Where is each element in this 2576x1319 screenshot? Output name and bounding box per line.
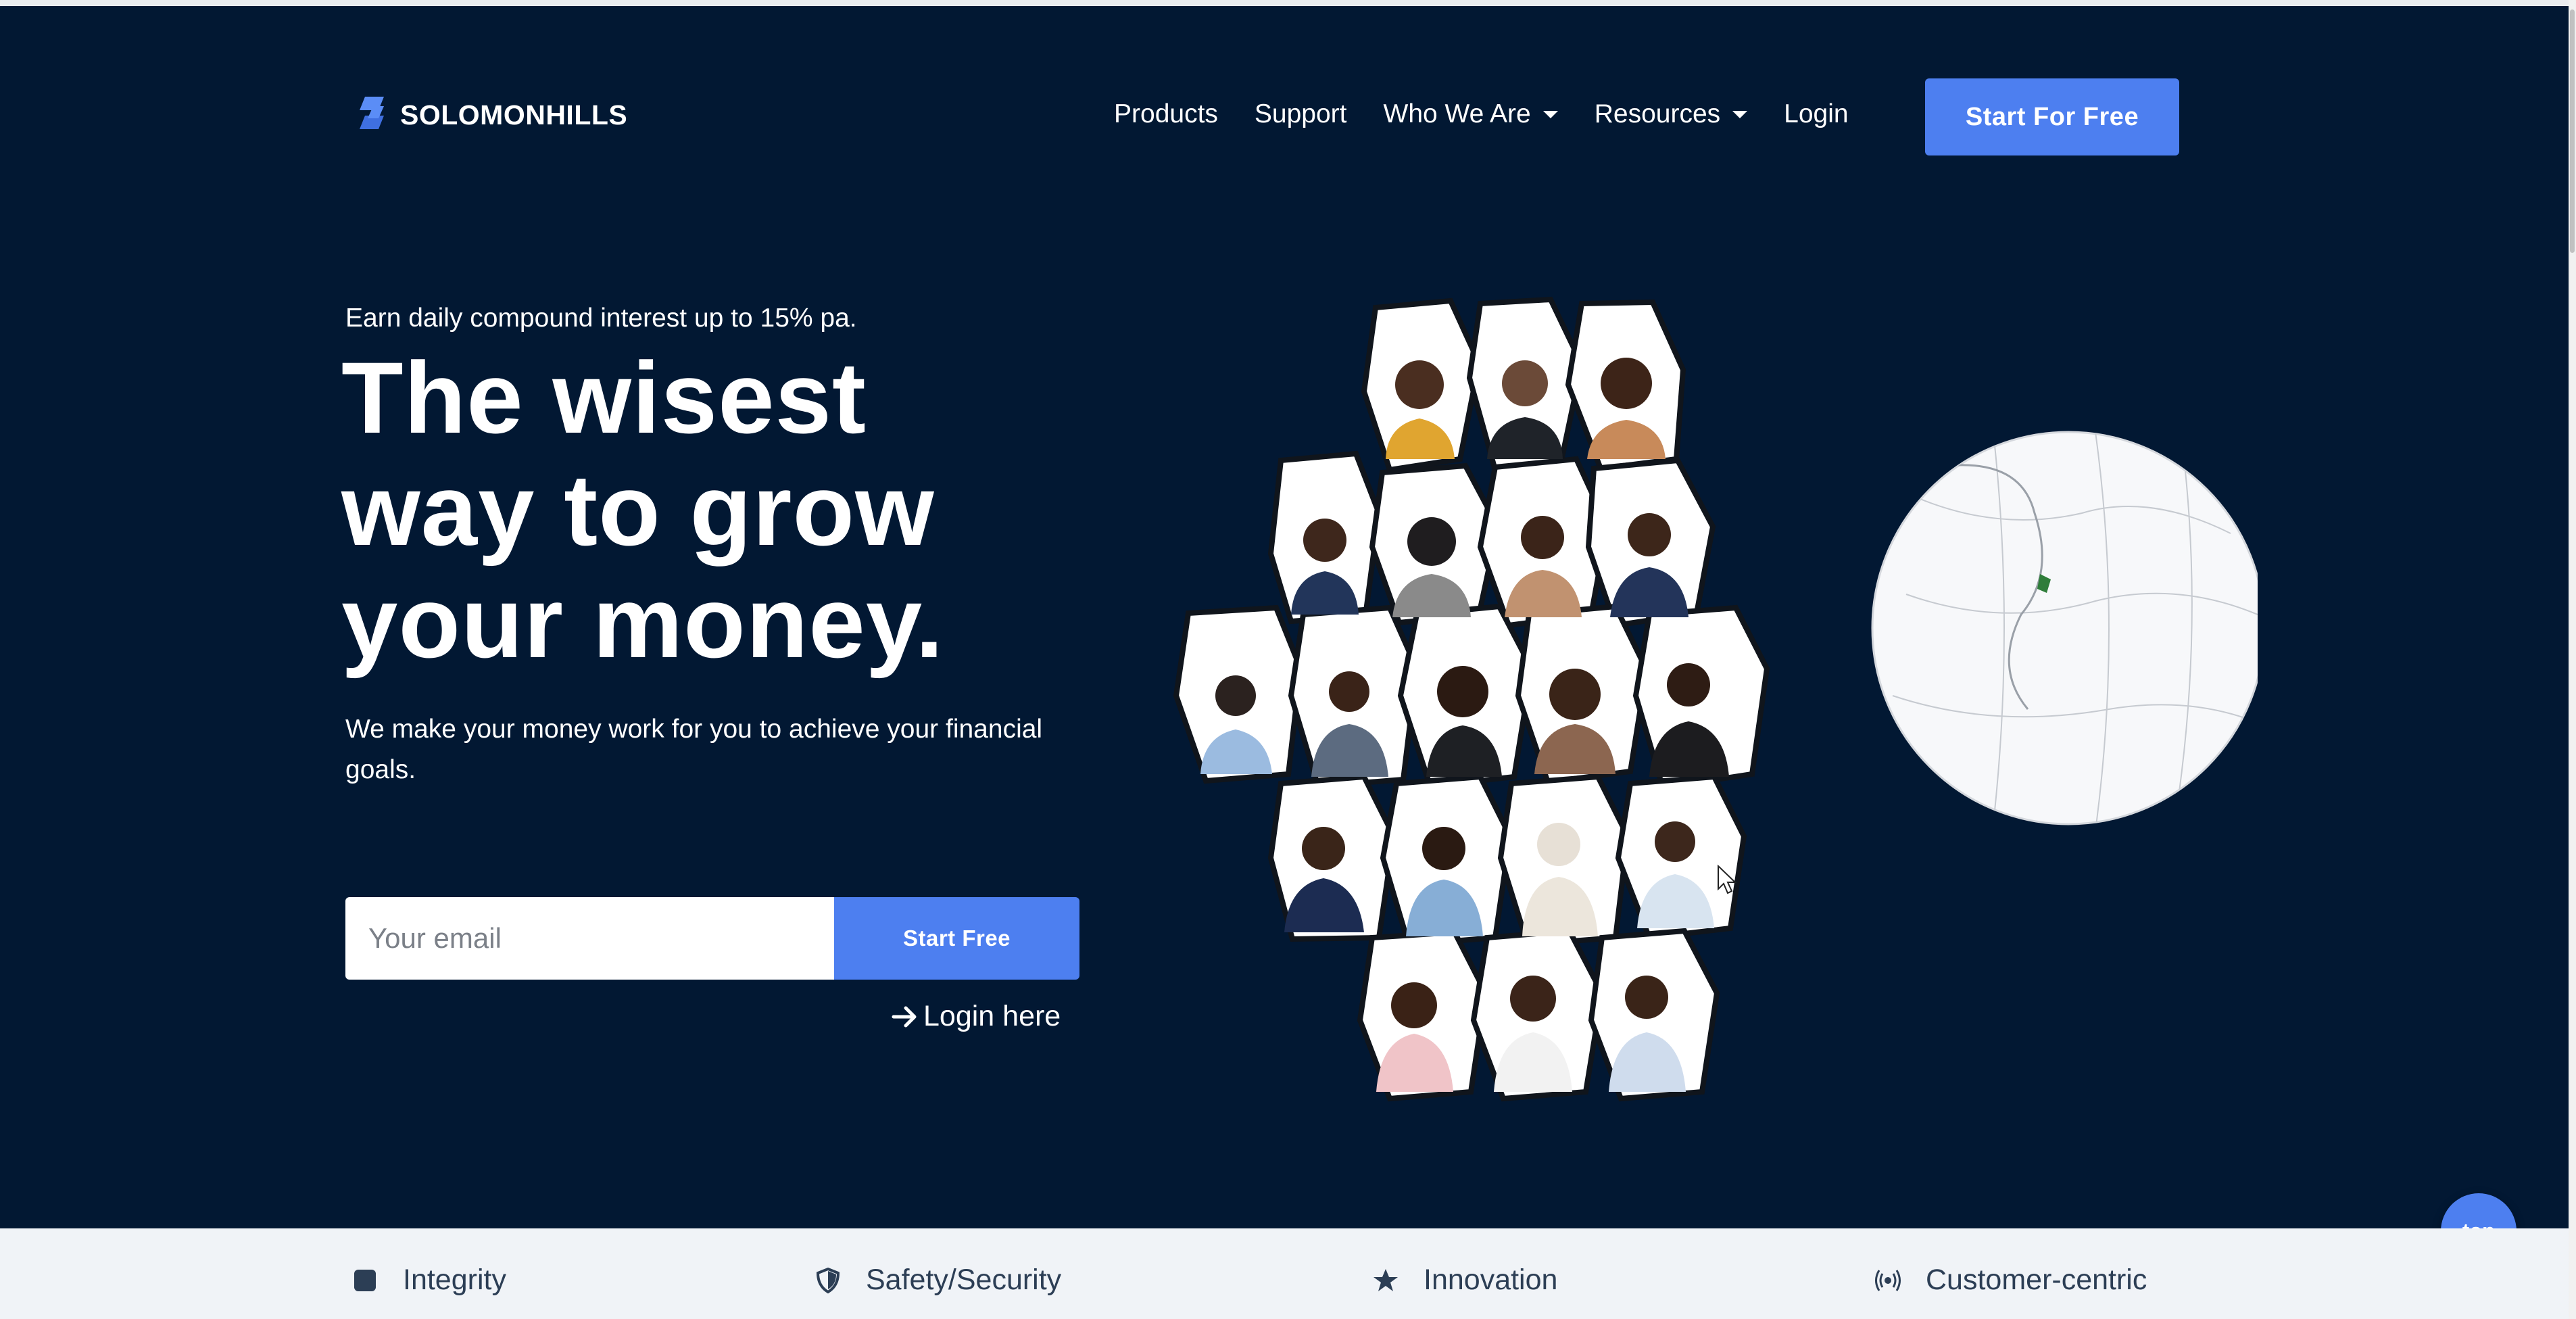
brand-name: SOLOMONHILLS bbox=[400, 99, 628, 130]
nav-support[interactable]: Support bbox=[1255, 99, 1347, 129]
hexagon-people-collage bbox=[1173, 296, 2258, 1102]
signup-form: Start Free bbox=[345, 897, 1079, 980]
headline-line-2: way to grow bbox=[341, 453, 935, 567]
logo-icon bbox=[360, 97, 384, 129]
brand-logo[interactable]: SOLOMONHILLS bbox=[358, 91, 627, 139]
top-border bbox=[0, 0, 2576, 6]
globe-icon bbox=[1871, 431, 2258, 825]
value-label: Innovation bbox=[1424, 1264, 1558, 1296]
arrow-right-icon bbox=[892, 1006, 917, 1027]
value-safety-security: Safety/Security bbox=[815, 1264, 1061, 1297]
email-input[interactable] bbox=[345, 897, 834, 980]
value-label: Integrity bbox=[403, 1264, 506, 1296]
headline-line-1: The wisest bbox=[341, 341, 867, 454]
nav-who-we-are[interactable]: Who We Are bbox=[1384, 99, 1558, 129]
value-label: Customer-centric bbox=[1926, 1264, 2147, 1296]
value-customer-centric: Customer-centric bbox=[1874, 1264, 2147, 1297]
headline-line-3: your money. bbox=[341, 565, 944, 679]
scrollbar-thumb[interactable] bbox=[2570, 9, 2575, 253]
values-strip: Integrity Safety/Security Innovation Cus… bbox=[0, 1228, 2569, 1319]
nav-login-label: Login bbox=[1784, 99, 1849, 128]
nav-products[interactable]: Products bbox=[1114, 99, 1218, 129]
value-label: Safety/Security bbox=[866, 1264, 1062, 1296]
login-here-link[interactable]: Login here bbox=[891, 1000, 1061, 1033]
nav-login[interactable]: Login bbox=[1784, 99, 1848, 129]
start-free-button[interactable]: Start Free bbox=[834, 897, 1079, 980]
shield-icon bbox=[816, 1267, 840, 1293]
hero-subtext: We make your money work for you to achie… bbox=[345, 715, 1043, 784]
nav-who-we-are-label: Who We Are bbox=[1383, 99, 1531, 128]
value-innovation: Innovation bbox=[1372, 1264, 1557, 1297]
main-nav: Products Support Who We Are Resources Lo… bbox=[1114, 95, 1880, 133]
login-here-label: Login here bbox=[923, 1000, 1061, 1032]
page-scrollbar[interactable] bbox=[2569, 0, 2576, 1319]
square-icon bbox=[354, 1269, 376, 1291]
hero-section: SOLOMONHILLS Products Support Who We Are… bbox=[0, 6, 2569, 1228]
hero-headline: The wisest way to grow your money. bbox=[341, 341, 1085, 678]
nav-resources-label: Resources bbox=[1594, 99, 1721, 128]
nav-support-label: Support bbox=[1254, 99, 1347, 128]
value-integrity: Integrity bbox=[351, 1264, 506, 1297]
nav-resources[interactable]: Resources bbox=[1594, 99, 1748, 129]
caret-down-icon bbox=[1542, 110, 1558, 118]
start-for-free-button[interactable]: Start For Free bbox=[1925, 78, 2179, 155]
mouse-cursor-icon bbox=[1718, 865, 1737, 894]
nav-products-label: Products bbox=[1114, 99, 1218, 128]
hero-kicker: Earn daily compound interest up to 15% p… bbox=[345, 304, 857, 333]
star-icon bbox=[1374, 1268, 1398, 1291]
signal-icon bbox=[1875, 1269, 1901, 1291]
caret-down-icon bbox=[1732, 110, 1748, 118]
